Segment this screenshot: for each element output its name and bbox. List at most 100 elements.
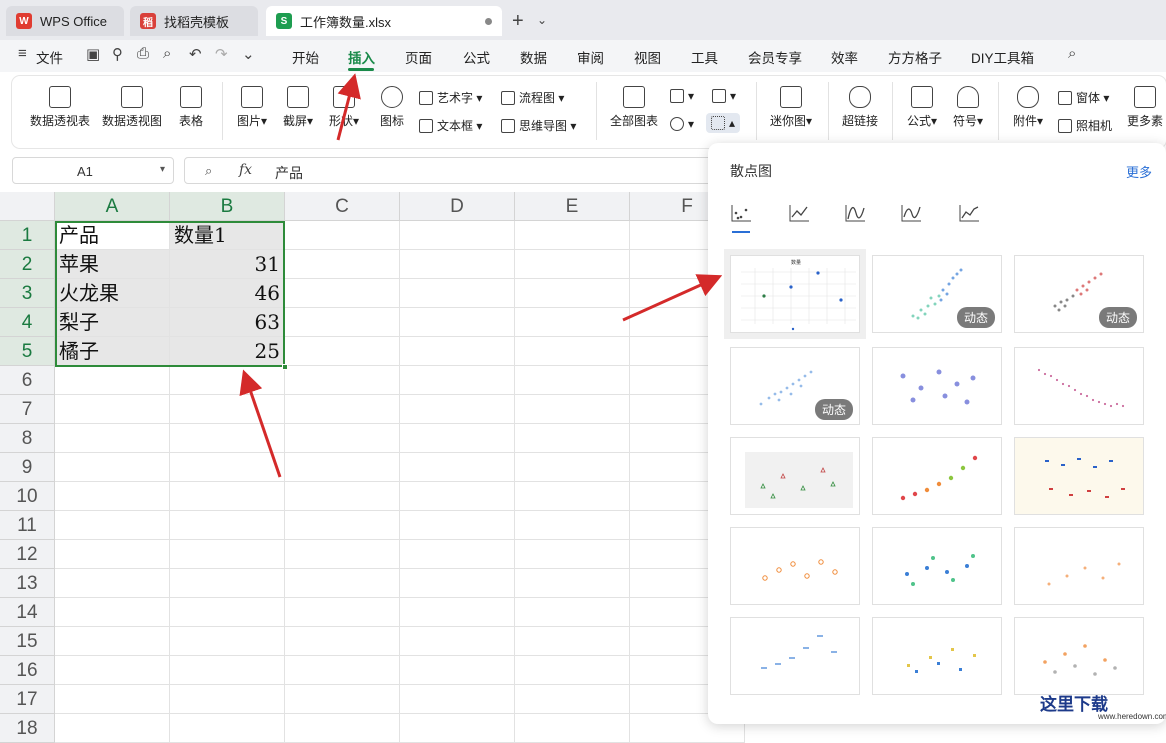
cell[interactable]	[285, 714, 400, 743]
cell[interactable]: 46	[170, 279, 285, 308]
row-header[interactable]: 4	[0, 308, 55, 337]
row-header[interactable]: 12	[0, 540, 55, 569]
cell[interactable]	[285, 250, 400, 279]
cell[interactable]	[285, 540, 400, 569]
cell[interactable]	[400, 424, 515, 453]
row-header[interactable]: 16	[0, 656, 55, 685]
cell[interactable]	[400, 395, 515, 424]
scatter-template-4[interactable]	[872, 347, 1002, 425]
print-icon[interactable]: ⎙	[137, 45, 149, 62]
cell[interactable]	[285, 627, 400, 656]
tab-template[interactable]: 稻 找稻壳模板	[130, 6, 258, 36]
mindmap-button[interactable]: 思维导图 ▾	[501, 117, 576, 134]
cell[interactable]	[400, 279, 515, 308]
cell[interactable]	[55, 453, 170, 482]
cell[interactable]	[400, 250, 515, 279]
cell[interactable]	[515, 656, 630, 685]
column-header-c[interactable]: C	[285, 192, 400, 221]
cell[interactable]: 橘子	[55, 337, 170, 366]
scatter-template-9[interactable]	[730, 527, 860, 605]
cell[interactable]	[170, 395, 285, 424]
table-button[interactable]: 表格	[174, 86, 208, 129]
cell[interactable]	[515, 395, 630, 424]
attachment-button[interactable]: 附件▾	[1008, 86, 1048, 129]
pie-chart-button[interactable]: ▾	[670, 117, 694, 131]
cell[interactable]	[400, 540, 515, 569]
scatter-chart-button[interactable]: ▴	[706, 113, 741, 133]
scatter-smooth-markers-tab-icon[interactable]	[900, 203, 922, 223]
cell[interactable]	[170, 685, 285, 714]
row-header[interactable]: 10	[0, 482, 55, 511]
row-header[interactable]: 5	[0, 337, 55, 366]
pivot-table-button[interactable]: 数据透视表	[30, 86, 90, 129]
sparkline-button[interactable]: 迷你图▾	[766, 86, 816, 129]
scatter-template-5[interactable]	[1014, 347, 1144, 425]
save-icon[interactable]: ▣	[86, 45, 100, 63]
menu-view[interactable]: 视图	[634, 47, 661, 67]
menu-member[interactable]: 会员专享	[748, 47, 802, 67]
menu-home[interactable]: 开始	[292, 47, 319, 67]
cell[interactable]	[55, 714, 170, 743]
cell[interactable]	[400, 656, 515, 685]
search-icon[interactable]: ⌕	[1068, 45, 1076, 62]
scatter-template-11[interactable]	[1014, 527, 1144, 605]
row-header[interactable]: 18	[0, 714, 55, 743]
cell[interactable]	[170, 656, 285, 685]
screenshot-button[interactable]: 截屏▾	[278, 86, 318, 129]
cell[interactable]	[400, 453, 515, 482]
cell[interactable]	[285, 453, 400, 482]
cell[interactable]	[55, 482, 170, 511]
shape-button[interactable]: 形状▾	[324, 86, 364, 129]
row-header[interactable]: 8	[0, 424, 55, 453]
row-header[interactable]: 9	[0, 453, 55, 482]
cell[interactable]	[55, 627, 170, 656]
more-link[interactable]: 更多	[1126, 162, 1152, 181]
new-tab-icon[interactable]: +	[512, 10, 524, 33]
scatter-template-7[interactable]	[872, 437, 1002, 515]
spreadsheet-grid[interactable]: A B C D E F 1 2 3 4 5 6 7 8 9 10 11 12 1…	[0, 192, 745, 743]
menu-file[interactable]: 文件	[36, 47, 63, 67]
cell[interactable]	[285, 598, 400, 627]
menu-efficiency[interactable]: 效率	[831, 47, 858, 67]
cell[interactable]: 火龙果	[55, 279, 170, 308]
cell[interactable]	[55, 511, 170, 540]
cell[interactable]	[400, 482, 515, 511]
name-box[interactable]: A1 ▾	[12, 157, 174, 184]
cell[interactable]	[400, 337, 515, 366]
scatter-template-basic[interactable]: 数量	[730, 255, 860, 333]
cell[interactable]: 31	[170, 250, 285, 279]
scatter-template-10[interactable]	[872, 527, 1002, 605]
menu-formula[interactable]: 公式	[463, 47, 490, 67]
row-header[interactable]: 1	[0, 221, 55, 250]
row-header[interactable]: 3	[0, 279, 55, 308]
menu-insert[interactable]: 插入	[348, 47, 375, 67]
scatter-template-6[interactable]	[730, 437, 860, 515]
cell[interactable]: 数量1	[170, 221, 285, 250]
cell[interactable]	[515, 482, 630, 511]
cell[interactable]	[515, 308, 630, 337]
cell[interactable]	[400, 366, 515, 395]
cell[interactable]	[170, 482, 285, 511]
column-header-a[interactable]: A	[55, 192, 170, 221]
cell[interactable]	[285, 511, 400, 540]
column-chart-button[interactable]: ▾	[670, 89, 694, 103]
form-button[interactable]: 窗体 ▾	[1058, 89, 1109, 106]
cell[interactable]	[285, 279, 400, 308]
cell[interactable]: 25	[170, 337, 285, 366]
cell[interactable]	[170, 569, 285, 598]
cell[interactable]	[515, 540, 630, 569]
flowchart-button[interactable]: 流程图 ▾	[501, 89, 564, 106]
cell[interactable]	[285, 482, 400, 511]
hyperlink-button[interactable]: 超链接	[838, 86, 882, 129]
cell[interactable]	[515, 598, 630, 627]
more-materials-button[interactable]: 更多素	[1124, 86, 1166, 129]
fill-handle[interactable]	[282, 364, 288, 370]
column-header-b[interactable]: B	[170, 192, 285, 221]
cell[interactable]	[515, 685, 630, 714]
cell[interactable]	[285, 395, 400, 424]
cell[interactable]	[285, 569, 400, 598]
cell[interactable]	[285, 424, 400, 453]
cell[interactable]	[285, 337, 400, 366]
row-header[interactable]: 6	[0, 366, 55, 395]
cell[interactable]: 梨子	[55, 308, 170, 337]
